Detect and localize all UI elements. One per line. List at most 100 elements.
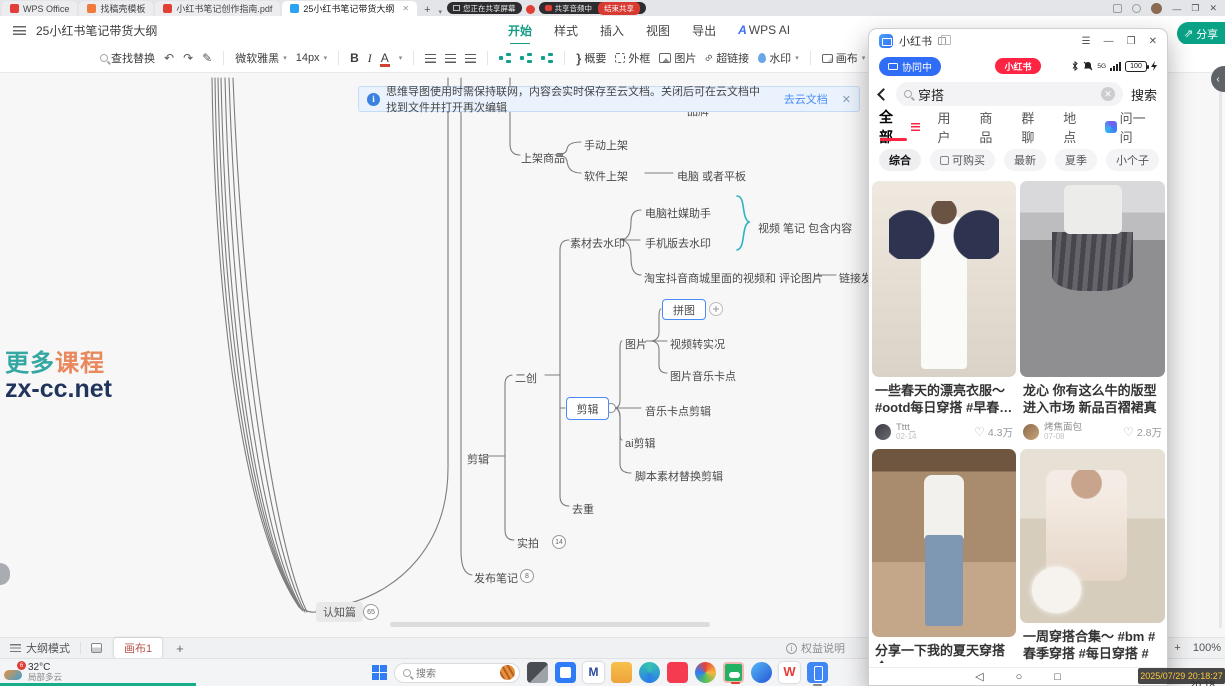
mindmap-node-ai[interactable]: ai剪辑 bbox=[625, 435, 656, 451]
align-left-button[interactable] bbox=[425, 54, 436, 63]
align-right-button[interactable] bbox=[465, 54, 476, 63]
user-avatar[interactable] bbox=[1023, 424, 1039, 440]
record-dot-icon[interactable] bbox=[526, 5, 535, 14]
weather-widget[interactable]: 6 32°C局部多云 bbox=[4, 662, 62, 682]
font-family-select[interactable]: 微软雅黑▾ bbox=[235, 50, 287, 66]
frame-button[interactable]: 外框 bbox=[615, 50, 650, 66]
font-color-caret-icon[interactable]: ▾ bbox=[399, 54, 403, 62]
tab-list-caret-icon[interactable]: ▾ bbox=[436, 8, 446, 16]
mindmap-node-renzhi[interactable]: 认知篇 bbox=[316, 602, 363, 622]
horizontal-scrollbar[interactable] bbox=[390, 622, 710, 627]
font-color-button[interactable]: A bbox=[381, 51, 389, 65]
mindmap-node-shipai[interactable]: 实拍 bbox=[517, 535, 539, 551]
mindmap-node-shoudong[interactable]: 手动上架 bbox=[584, 137, 628, 153]
zoom-in-button[interactable]: + bbox=[1174, 642, 1180, 654]
add-canvas-button[interactable]: + bbox=[176, 641, 184, 656]
mindmap-node-erchuang[interactable]: 二创 bbox=[515, 370, 537, 386]
like-count[interactable]: ♡4.3万 bbox=[974, 425, 1013, 440]
back-icon[interactable] bbox=[877, 88, 890, 101]
minimize-button[interactable]: — bbox=[1172, 4, 1181, 14]
mindmap-node-tupian[interactable]: 图片 bbox=[625, 336, 647, 352]
tab-wps-office[interactable]: WPS Office bbox=[2, 1, 77, 16]
layout-icon[interactable] bbox=[1113, 4, 1122, 13]
mindmap-node-taobao[interactable]: 淘宝抖音商城里面的视频和 评论图片 bbox=[644, 270, 823, 286]
go-cloud-docs-link[interactable]: 去云文档 bbox=[784, 91, 828, 107]
format-painter-icon[interactable]: ✎ bbox=[202, 51, 212, 65]
share-button[interactable]: ⇗分享 bbox=[1177, 22, 1225, 45]
outline-mode-button[interactable]: 大纲模式 bbox=[26, 640, 70, 656]
insert-topic-button[interactable] bbox=[499, 53, 511, 63]
tab-places[interactable]: 地点 bbox=[1063, 108, 1088, 146]
start-button[interactable] bbox=[372, 665, 387, 680]
tab-users[interactable]: 用户 bbox=[937, 108, 962, 146]
canvas-tab[interactable]: 画布1 bbox=[114, 638, 162, 658]
bold-button[interactable]: B bbox=[350, 51, 359, 65]
redo-button[interactable]: ↷ bbox=[183, 51, 193, 65]
find-replace-button[interactable]: 查找替换 bbox=[100, 50, 155, 66]
nav-recents-icon[interactable]: □ bbox=[1054, 671, 1061, 683]
vertical-scrollbar[interactable] bbox=[1219, 78, 1222, 628]
filter-icon[interactable] bbox=[911, 123, 921, 131]
clear-search-icon[interactable]: ✕ bbox=[1101, 87, 1115, 101]
mindmap-node-baohan[interactable]: 视频 笔记 包含内容 bbox=[758, 220, 852, 236]
chip-newest[interactable]: 最新 bbox=[1004, 149, 1046, 171]
watermark-button[interactable]: 水印▾ bbox=[758, 50, 799, 66]
outline-button[interactable]: }概要 bbox=[576, 50, 606, 66]
mindmap-node-shangjia[interactable]: 上架商品 bbox=[521, 150, 565, 166]
mindmap-node-yinyue[interactable]: 音乐卡点剪辑 bbox=[645, 403, 711, 419]
quark-browser-icon[interactable] bbox=[751, 662, 772, 683]
taskbar-search[interactable]: 搜索 bbox=[394, 663, 520, 683]
italic-button[interactable]: I bbox=[368, 51, 372, 66]
menu-insert[interactable]: 插入 bbox=[600, 22, 624, 39]
mindmap-node-jianji-selected[interactable]: 剪辑 bbox=[566, 397, 609, 420]
collapsed-count-fabu[interactable]: 8 bbox=[520, 569, 534, 583]
theme-icon[interactable] bbox=[91, 643, 102, 653]
restore-button[interactable]: ❐ bbox=[1191, 3, 1199, 14]
chip-buyable[interactable]: 可购买 bbox=[930, 149, 995, 171]
new-tab-button[interactable]: + bbox=[419, 4, 435, 16]
feed-card[interactable]: 分享一下我的夏天穿搭合 bbox=[872, 449, 1016, 663]
nav-home-icon[interactable]: ○ bbox=[1016, 671, 1023, 683]
collaboration-badge[interactable]: 协同中 bbox=[879, 57, 941, 76]
insert-relation-button[interactable] bbox=[541, 53, 553, 63]
nav-back-icon[interactable]: ◁ bbox=[975, 670, 983, 683]
tab-goods[interactable]: 商品 bbox=[979, 108, 1004, 146]
mindmap-node-fabu[interactable]: 发布笔记 bbox=[474, 570, 518, 586]
mindmap-node-pintu-selected[interactable]: 拼图 bbox=[662, 299, 706, 320]
close-button[interactable]: ✕ bbox=[1209, 3, 1217, 14]
tab-all[interactable]: 全部 bbox=[879, 107, 906, 147]
task-view-button[interactable] bbox=[527, 662, 548, 683]
file-explorer-icon[interactable] bbox=[611, 662, 632, 683]
photos-app-icon[interactable] bbox=[695, 662, 716, 683]
phone-close-button[interactable]: ✕ bbox=[1149, 36, 1157, 47]
tab-pdf-guide[interactable]: 小红书笔记创作指南.pdf bbox=[155, 1, 280, 16]
align-center-button[interactable] bbox=[445, 54, 456, 63]
mindmap-node-jiaoben[interactable]: 脚本素材替换剪辑 bbox=[635, 468, 723, 484]
add-child-icon[interactable] bbox=[710, 303, 723, 316]
stop-sharing-button[interactable]: 结束共享 bbox=[598, 2, 640, 15]
insert-subtopic-button[interactable] bbox=[520, 53, 532, 63]
mindmap-node-kadian[interactable]: 图片音乐卡点 bbox=[670, 368, 736, 384]
menu-style[interactable]: 样式 bbox=[554, 22, 578, 39]
phone-restore-button[interactable]: ❐ bbox=[1127, 36, 1136, 47]
multi-window-icon[interactable] bbox=[938, 37, 946, 45]
mindmap-node-quzhong[interactable]: 去重 bbox=[572, 501, 594, 517]
canvas-button[interactable]: 画布▾ bbox=[822, 50, 866, 66]
mindmap-node-diannao[interactable]: 电脑 或者平板 bbox=[677, 168, 746, 184]
rights-info[interactable]: i权益说明 bbox=[786, 640, 845, 656]
feed-card[interactable]: 一周穿搭合集～ #bm #春季穿搭 #每日穿搭 #日… bbox=[1020, 449, 1165, 663]
menu-wps-ai[interactable]: AWPS AI bbox=[738, 23, 790, 37]
mindmap-node-jianji[interactable]: 剪辑 bbox=[467, 451, 489, 467]
close-tab-icon[interactable]: ✕ bbox=[402, 4, 409, 13]
tab-groups[interactable]: 群聊 bbox=[1021, 108, 1046, 146]
phone-link-icon-active[interactable] bbox=[807, 662, 828, 683]
hamburger-menu-icon[interactable] bbox=[13, 26, 26, 35]
chip-comprehensive[interactable]: 综合 bbox=[879, 149, 921, 171]
chip-summer[interactable]: 夏季 bbox=[1055, 149, 1097, 171]
phone-minimize-button[interactable]: — bbox=[1104, 36, 1114, 47]
microsoft-store-icon[interactable] bbox=[555, 662, 576, 683]
menu-home[interactable]: 开始 bbox=[508, 22, 532, 39]
mindmap-node-shikuang[interactable]: 视频转实况 bbox=[670, 336, 725, 352]
phone-window-titlebar[interactable]: 小红书 ☰ — ❐ ✕ bbox=[869, 29, 1167, 53]
mindmap-node-shemei[interactable]: 电脑社媒助手 bbox=[645, 205, 711, 221]
